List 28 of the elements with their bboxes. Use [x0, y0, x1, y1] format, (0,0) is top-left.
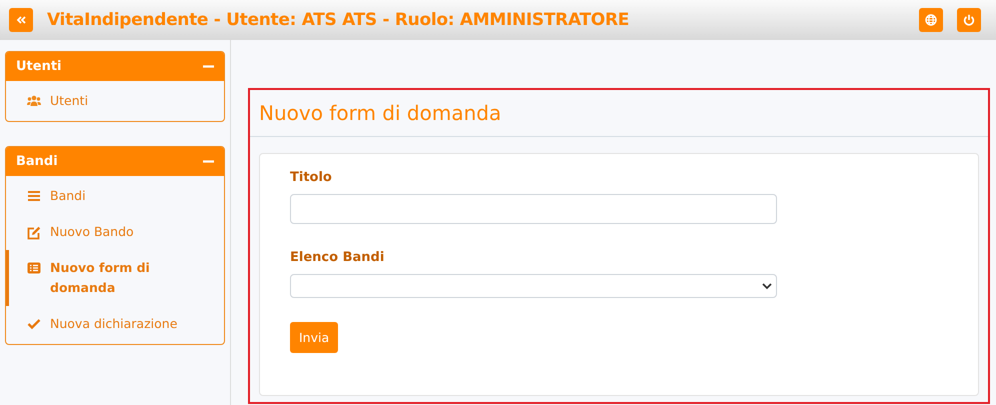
chevron-down-icon — [762, 282, 772, 290]
app-title: VitaIndipendente - Utente: ATS ATS - Ruolo: AMMINISTRATORE — [47, 10, 630, 30]
language-button[interactable] — [919, 8, 943, 32]
sidebar-item[interactable]: Bandi — [6, 178, 224, 214]
panel-header[interactable]: Bandi — [6, 147, 224, 176]
panel-header[interactable]: Utenti — [6, 52, 224, 81]
list-icon — [27, 190, 41, 202]
sidebar-item[interactable]: Nuovo form di domanda — [6, 250, 224, 306]
globe-icon — [925, 14, 937, 26]
edit-icon — [27, 226, 41, 240]
sidebar-item[interactable]: Nuovo Bando — [6, 214, 224, 250]
logout-button[interactable] — [957, 8, 981, 32]
collapse-button[interactable] — [9, 8, 33, 32]
sidebar-item[interactable]: Utenti — [6, 83, 224, 119]
text-field[interactable] — [290, 194, 777, 224]
table-icon — [27, 262, 41, 274]
double-chevron-icon — [16, 15, 26, 25]
page-title: Nuovo form di domanda — [259, 101, 502, 125]
check-icon — [27, 318, 41, 330]
sidebar-item[interactable]: Nuova dichiarazione — [6, 306, 224, 342]
users-icon — [27, 95, 41, 107]
power-icon — [963, 14, 975, 26]
field-label: Titolo — [290, 170, 333, 185]
submit-button[interactable]: Invia — [290, 322, 338, 353]
select-field[interactable] — [290, 274, 777, 298]
panel-title: Utenti — [16, 59, 62, 74]
panel-title: Bandi — [16, 154, 58, 169]
field-label: Elenco Bandi — [290, 250, 386, 265]
